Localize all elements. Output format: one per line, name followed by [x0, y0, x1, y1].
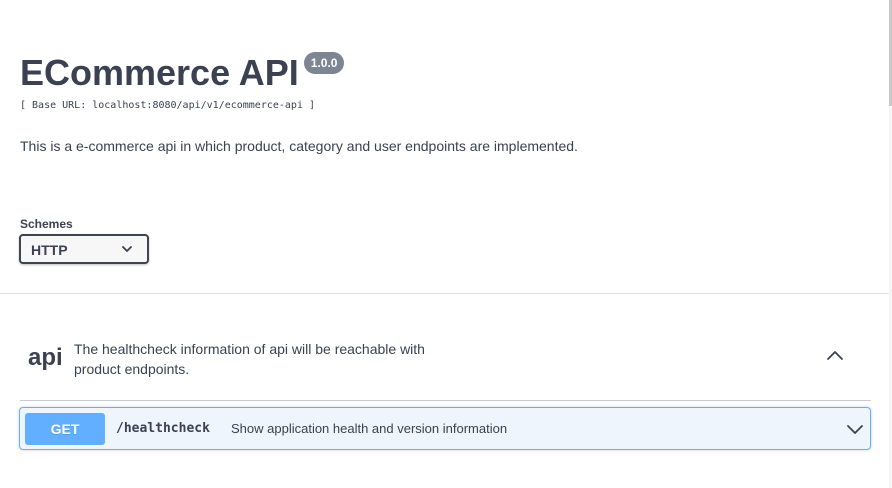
base-url: [ Base URL: localhost:8080/api/v1/ecomme… [20, 100, 316, 111]
schemes-select[interactable]: HTTP [19, 234, 149, 264]
schemes-selected-value: HTTP [31, 242, 68, 258]
method-badge-get[interactable]: GET [25, 413, 105, 445]
section-divider [0, 293, 889, 294]
chevron-down-icon [122, 246, 132, 252]
api-description: This is a e-commerce api in which produc… [20, 138, 578, 154]
tag-underline [20, 400, 871, 401]
tag-description: The healthcheck information of api will … [74, 341, 425, 377]
operation-path[interactable]: /healthcheck [116, 421, 210, 436]
schemes-label: Schemes [20, 217, 73, 231]
operation-get-healthcheck[interactable]: GET /healthcheck Show application health… [19, 407, 871, 450]
chevron-up-icon[interactable] [826, 349, 844, 361]
tag-section-api[interactable]: api The healthcheck information of api w… [20, 330, 870, 400]
title-row: ECommerce API 1.0.0 [20, 50, 345, 96]
version-badge: 1.0.0 [303, 52, 345, 74]
chevron-down-icon[interactable] [847, 424, 863, 434]
operation-summary: Show application health and version info… [231, 421, 508, 436]
api-title: ECommerce API [20, 52, 299, 93]
tag-name: api [28, 344, 63, 371]
